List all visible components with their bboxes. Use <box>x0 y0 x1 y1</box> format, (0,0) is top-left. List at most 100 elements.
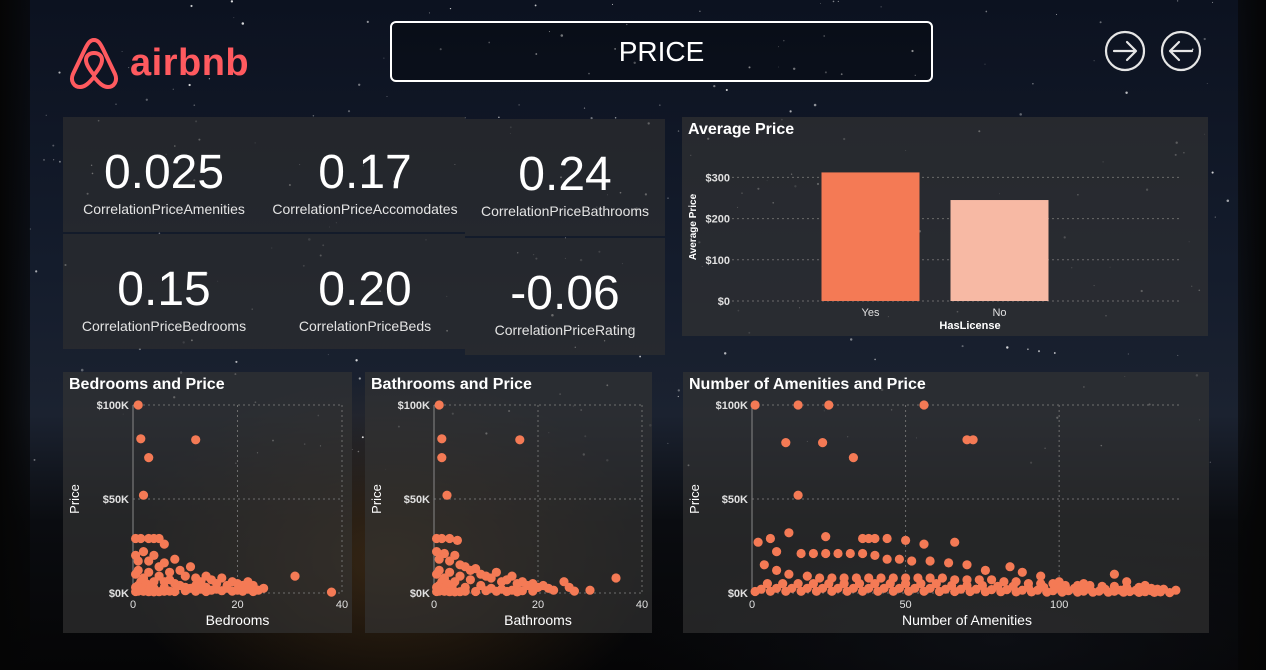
data-point[interactable] <box>138 490 149 500</box>
data-point[interactable] <box>445 533 455 544</box>
data-point[interactable] <box>170 554 180 564</box>
data-point[interactable] <box>882 533 892 544</box>
data-point[interactable] <box>450 550 460 560</box>
data-point[interactable] <box>1073 587 1083 597</box>
data-point[interactable] <box>1165 588 1175 598</box>
data-point[interactable] <box>434 400 444 410</box>
data-point[interactable] <box>434 565 444 575</box>
data-point[interactable] <box>821 532 831 542</box>
data-point[interactable] <box>1011 587 1021 597</box>
data-point[interactable] <box>201 586 211 597</box>
data-point[interactable] <box>442 490 452 500</box>
data-point[interactable] <box>888 586 898 596</box>
data-point[interactable] <box>437 434 447 444</box>
data-point[interactable] <box>980 565 990 575</box>
data-point[interactable] <box>491 586 501 596</box>
data-point[interactable] <box>217 573 227 583</box>
data-point[interactable] <box>808 548 818 559</box>
data-point[interactable] <box>811 586 822 596</box>
data-point[interactable] <box>750 400 760 410</box>
back-page-button[interactable] <box>1160 30 1202 72</box>
data-point[interactable] <box>149 550 159 560</box>
data-point[interactable] <box>491 567 501 577</box>
data-point[interactable] <box>144 567 154 577</box>
data-point[interactable] <box>759 560 769 570</box>
data-point[interactable] <box>827 586 837 596</box>
data-point[interactable] <box>528 586 538 596</box>
data-point[interactable] <box>894 554 904 564</box>
data-point[interactable] <box>133 565 143 575</box>
data-point[interactable] <box>904 586 914 596</box>
data-point[interactable] <box>502 586 512 597</box>
data-point[interactable] <box>144 453 154 463</box>
data-point[interactable] <box>569 586 579 596</box>
data-point[interactable] <box>781 586 791 596</box>
data-point[interactable] <box>996 587 1006 597</box>
bar[interactable] <box>950 200 1049 301</box>
data-point[interactable] <box>842 586 852 596</box>
data-point[interactable] <box>784 569 794 579</box>
data-point[interactable] <box>901 535 911 545</box>
data-point[interactable] <box>154 571 164 581</box>
data-point[interactable] <box>136 533 146 544</box>
data-point[interactable] <box>452 535 462 545</box>
data-point[interactable] <box>793 400 803 410</box>
data-point[interactable] <box>772 565 782 575</box>
data-point[interactable] <box>907 556 917 566</box>
data-point[interactable] <box>180 586 190 596</box>
data-point[interactable] <box>1026 587 1037 597</box>
next-page-button[interactable] <box>1104 30 1146 72</box>
data-point[interactable] <box>1149 587 1159 597</box>
data-point[interactable] <box>950 586 960 597</box>
data-point[interactable] <box>919 586 929 596</box>
data-point[interactable] <box>962 560 972 570</box>
data-point[interactable] <box>180 571 190 581</box>
data-point[interactable] <box>980 587 990 597</box>
data-point[interactable] <box>753 537 763 547</box>
bar[interactable] <box>821 172 920 301</box>
data-point[interactable] <box>858 586 868 596</box>
data-point[interactable] <box>170 586 180 597</box>
data-point[interactable] <box>455 571 465 581</box>
data-point[interactable] <box>833 548 843 559</box>
data-point[interactable] <box>227 586 237 596</box>
data-point[interactable] <box>824 400 834 410</box>
data-point[interactable] <box>465 575 475 585</box>
data-point[interactable] <box>873 586 883 596</box>
data-point[interactable] <box>821 548 831 559</box>
data-point[interactable] <box>165 575 175 585</box>
data-point[interactable] <box>1017 567 1027 577</box>
data-point[interactable] <box>326 587 337 597</box>
data-point[interactable] <box>858 548 868 559</box>
data-point[interactable] <box>445 567 455 577</box>
data-point[interactable] <box>1057 587 1067 597</box>
data-point[interactable] <box>845 548 855 559</box>
data-point[interactable] <box>549 585 559 595</box>
data-point[interactable] <box>133 556 143 566</box>
data-point[interactable] <box>934 586 944 597</box>
data-point[interactable] <box>515 435 525 445</box>
data-point[interactable] <box>507 571 517 581</box>
data-point[interactable] <box>1005 562 1015 572</box>
data-point[interactable] <box>471 586 481 597</box>
data-point[interactable] <box>944 558 954 568</box>
data-point[interactable] <box>1109 569 1119 579</box>
data-point[interactable] <box>848 453 858 463</box>
data-point[interactable] <box>1119 587 1129 597</box>
data-point[interactable] <box>796 586 806 596</box>
data-point[interactable] <box>290 571 300 581</box>
data-point[interactable] <box>765 533 775 544</box>
data-point[interactable] <box>802 571 812 581</box>
data-point[interactable] <box>512 587 522 597</box>
data-point[interactable] <box>919 539 929 549</box>
data-point[interactable] <box>784 528 794 538</box>
data-point[interactable] <box>772 547 782 557</box>
data-point[interactable] <box>818 438 828 448</box>
data-point[interactable] <box>259 583 269 593</box>
data-point[interactable] <box>765 586 775 596</box>
data-point[interactable] <box>611 573 621 583</box>
data-point[interactable] <box>870 550 880 560</box>
data-point[interactable] <box>439 548 449 559</box>
data-point[interactable] <box>133 400 143 410</box>
data-point[interactable] <box>1134 587 1144 597</box>
